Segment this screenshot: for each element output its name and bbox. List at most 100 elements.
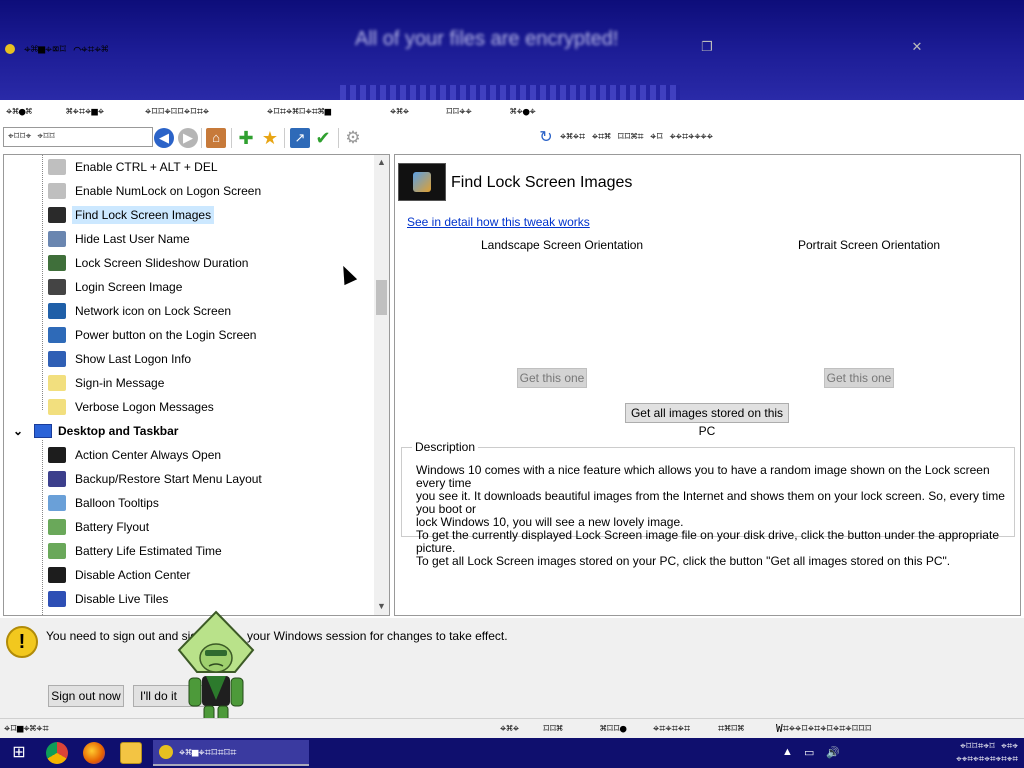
tree-item[interactable]: Verbose Logon Messages: [48, 396, 217, 418]
tree-item-label: Enable CTRL + ALT + DEL: [75, 160, 218, 174]
tree-item[interactable]: Disable Live Tiles: [48, 588, 171, 610]
favorites-star-icon[interactable]: ★: [260, 128, 280, 148]
taskbar-active-app[interactable]: ⌖⌘■⌖⌗⌑⌗⌑⌗: [153, 740, 309, 766]
search-input[interactable]: ⌖⌑⌑⌖ ⌖⌑⌑: [3, 127, 153, 147]
add-icon[interactable]: ✚: [236, 128, 256, 148]
toolbar-right-link[interactable]: ⌖⌘⌖⌗ ⌖⌗⌘ ⌑⌑⌘⌗ ⌖⌑ ⌖⌖⌗⌖⌖⌖⌖: [560, 130, 713, 144]
tree-item[interactable]: Balloon Tooltips: [48, 492, 162, 514]
tree-item[interactable]: Enable NumLock on Logon Screen: [48, 180, 264, 202]
menu-item[interactable]: ⌘⌖●⌖: [510, 105, 536, 119]
menu-item[interactable]: ⌖⌑⌗⌖⌘⌑⌖⌗⌘■: [267, 105, 331, 119]
picture-icon: [48, 207, 66, 223]
close-icon[interactable]: ✕: [910, 40, 924, 54]
volume-icon[interactable]: 🔊: [826, 746, 840, 759]
tree-item[interactable]: Lock Screen Slideshow Duration: [48, 252, 251, 274]
message-icon: [48, 399, 66, 415]
scroll-down-icon[interactable]: ▼: [374, 601, 389, 615]
tree-item-label: Verbose Logon Messages: [75, 400, 214, 414]
keyboard-icon: [48, 183, 66, 199]
lock-screen-picture-icon: [398, 163, 446, 201]
status-item[interactable]: ⌘⌑⌑●: [600, 722, 627, 735]
tree-item[interactable]: Disable Action Center: [48, 564, 193, 586]
tree-item[interactable]: Battery Life Estimated Time: [48, 540, 225, 562]
tree-item-label: Hide Last User Name: [75, 232, 190, 246]
taskbar: ⊞ ⌖⌘■⌖⌗⌑⌗⌑⌗ ▲ ▭ 🔊 ⌖⌑⌑⌗⌖⌑ ⌖⌗⌖ ⌖⌖⌗⌖⌗⌖⌗⌖⌗⌖⌗: [0, 738, 1024, 768]
warning-icon: !: [6, 626, 38, 658]
tree-category-desktop-taskbar[interactable]: ⌄ Desktop and Taskbar: [12, 420, 178, 442]
tree-item-label: Power button on the Login Screen: [75, 328, 257, 342]
tweak-panel: Find Lock Screen Images See in detail ho…: [394, 154, 1021, 616]
status-item[interactable]: ⌑⌑⌘: [543, 722, 563, 735]
get-all-images-button[interactable]: Get all images stored on this PC: [625, 403, 789, 438]
firefox-icon[interactable]: [83, 742, 105, 764]
settings-gear-icon[interactable]: ⚙: [343, 128, 363, 148]
maximize-icon[interactable]: ❐: [700, 40, 714, 54]
tree-item-label: Login Screen Image: [75, 280, 183, 294]
tree-item[interactable]: Backup/Restore Start Menu Layout: [48, 468, 265, 490]
tweaks-tree: Enable CTRL + ALT + DEL Enable NumLock on…: [3, 154, 390, 616]
apply-checkmark-icon[interactable]: ✔: [313, 128, 333, 148]
tree-item[interactable]: Hide Last User Name: [48, 228, 193, 250]
start-menu-icon: [48, 471, 66, 487]
info-icon: [48, 495, 66, 511]
tray-chevron-icon[interactable]: ▲: [782, 746, 793, 758]
tree-item[interactable]: Find Lock Screen Images: [48, 204, 215, 226]
back-icon[interactable]: ◀: [154, 128, 174, 148]
status-item[interactable]: W⌗⌖⌖⌑⌖⌗⌖⌑⌖⌗⌖⌑⌑⌑: [776, 722, 871, 736]
tree-scrollbar[interactable]: ▲ ▼: [374, 155, 389, 615]
menu-item[interactable]: ⌘⌖⌗⌖■⌖: [66, 105, 104, 119]
toolbar: ⌖⌑⌑⌖ ⌖⌑⌑ ◀ ▶ ⌂ ✚ ★ ↗ ✔ ⚙ ↻ ⌖⌘⌖⌗ ⌖⌗⌘ ⌑⌑⌘⌗…: [0, 124, 1024, 152]
menu-item[interactable]: ⌖⌘●⌘: [6, 105, 32, 119]
slideshow-icon: [48, 255, 66, 271]
user-icon: [48, 231, 66, 247]
tree-item[interactable]: Battery Flyout: [48, 516, 152, 538]
chrome-icon[interactable]: [46, 742, 68, 764]
scroll-thumb[interactable]: [376, 280, 387, 315]
network-tray-icon[interactable]: ▭: [804, 746, 814, 759]
sign-out-notice: ! You need to sign out and sig your Wind…: [0, 618, 1024, 718]
tree-item[interactable]: Power button on the Login Screen: [48, 324, 259, 346]
tree-item[interactable]: Sign-in Message: [48, 372, 167, 394]
tree-item[interactable]: Network icon on Lock Screen: [48, 300, 234, 322]
status-bar: ⌖⌑■⌖⌘⌖⌗ ⌖⌘⌖ ⌑⌑⌘ ⌘⌑⌑● ⌖⌗⌖⌗⌖⌗ ⌗⌘⌑⌘ W⌗⌖⌖⌑⌖⌗…: [0, 718, 1024, 738]
scroll-up-icon[interactable]: ▲: [374, 157, 389, 171]
title-decoration: [340, 85, 680, 100]
tree-item-label: Disable Live Tiles: [75, 592, 169, 606]
file-explorer-icon[interactable]: [120, 742, 142, 764]
open-icon[interactable]: ↗: [290, 128, 310, 148]
get-portrait-button[interactable]: Get this one: [824, 368, 894, 388]
message-icon: [48, 375, 66, 391]
sign-out-button[interactable]: Sign out now: [48, 685, 124, 707]
tiles-icon: [48, 591, 66, 607]
action-center-icon: [48, 447, 66, 463]
home-icon[interactable]: ⌂: [206, 128, 226, 148]
tree-item[interactable]: Action Center Always Open: [48, 444, 224, 466]
get-landscape-button[interactable]: Get this one: [517, 368, 587, 388]
menu-item[interactable]: ⌖⌑⌑⌖⌑⌑⌖⌑⌗⌖: [145, 105, 209, 119]
account-icon: [48, 279, 66, 295]
status-item[interactable]: ⌖⌗⌖⌗⌖⌗: [653, 722, 690, 736]
menu-item[interactable]: ⌖⌘⌖: [390, 105, 409, 119]
help-icon: [48, 351, 66, 367]
window-title: ⌖⌘■⌖⌧⌑ ⌒⌖⌗⌖⌘: [24, 42, 109, 56]
chevron-down-icon[interactable]: ⌄: [12, 424, 24, 438]
status-item[interactable]: ⌖⌘⌖: [500, 722, 519, 736]
tree-item-label: Show Last Logon Info: [75, 352, 192, 366]
detail-link[interactable]: See in detail how this tweak works: [407, 215, 590, 229]
status-left[interactable]: ⌖⌑■⌖⌘⌖⌗: [4, 722, 49, 736]
tree-item[interactable]: Show Last Logon Info: [48, 348, 194, 370]
watering-can-icon: [48, 543, 66, 559]
action-center-icon: [48, 567, 66, 583]
tree-item-label: Balloon Tooltips: [75, 496, 159, 510]
page-title: Find Lock Screen Images: [451, 174, 633, 191]
forward-icon[interactable]: ▶: [178, 128, 198, 148]
tree-item[interactable]: Enable CTRL + ALT + DEL: [48, 156, 221, 178]
windows-start-icon[interactable]: ⊞: [8, 742, 30, 764]
tree-item[interactable]: Login Screen Image: [48, 276, 185, 298]
tree-item-label: Battery Life Estimated Time: [75, 544, 222, 558]
network-icon: [48, 303, 66, 319]
menu-item[interactable]: ⌑⌑⌖⌖: [446, 105, 472, 119]
clock[interactable]: ⌖⌑⌑⌗⌖⌑ ⌖⌗⌖ ⌖⌖⌗⌖⌗⌖⌗⌖⌗⌖⌗: [868, 740, 1018, 766]
status-item[interactable]: ⌗⌘⌑⌘: [718, 722, 744, 736]
app-taskbar-icon: [159, 745, 173, 759]
